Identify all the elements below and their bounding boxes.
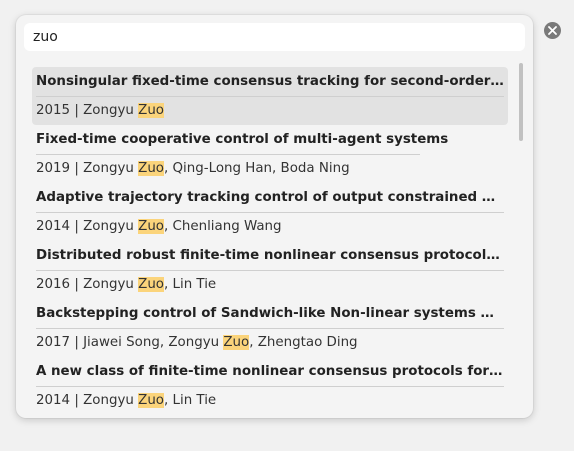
- result-authors-after: , Qing-Long Han, Boda Ning: [164, 161, 350, 176]
- search-popup: Nonsingular fixed-time consensus trackin…: [16, 15, 533, 418]
- result-authors-after: , Lin Tie: [164, 393, 217, 408]
- result-authors-after: , Zhengtao Ding: [249, 335, 358, 350]
- result-item[interactable]: Nonsingular fixed-time consensus trackin…: [32, 67, 508, 125]
- search-match-highlight: Zuo: [138, 219, 164, 234]
- search-match-highlight: Zuo: [138, 161, 164, 176]
- result-authors-before: Zongyu: [83, 161, 139, 176]
- result-item[interactable]: Distributed robust finite-time nonlinear…: [32, 241, 508, 299]
- result-title: Nonsingular fixed-time consensus trackin…: [36, 74, 504, 89]
- result-meta: 2014 | Zongyu Zuo, Lin Tie: [36, 387, 216, 415]
- search-match-highlight: Zuo: [223, 335, 250, 350]
- search-input[interactable]: [24, 23, 525, 51]
- search-match-highlight: Zuo: [138, 103, 164, 118]
- result-title: A new class of finite-time nonlinear con…: [36, 364, 504, 379]
- meta-separator: |: [70, 103, 84, 118]
- meta-separator: |: [70, 393, 84, 408]
- result-year: 2014: [36, 219, 71, 234]
- results-scrollbar[interactable]: [519, 63, 523, 141]
- result-year: 2015: [36, 103, 71, 118]
- result-item[interactable]: Adaptive trajectory tracking control of …: [32, 183, 508, 241]
- clear-search-button[interactable]: [544, 22, 561, 39]
- result-authors-after: , Lin Tie: [164, 277, 217, 292]
- result-title: Backstepping control of Sandwich-like No…: [36, 306, 504, 321]
- result-year: 2017: [36, 335, 71, 350]
- result-item[interactable]: Fixed-time cooperative control of multi-…: [32, 125, 508, 183]
- meta-separator: |: [70, 335, 84, 350]
- result-title: Distributed robust finite-time nonlinear…: [36, 248, 504, 263]
- result-authors-before: Jiawei Song, Zongyu: [83, 335, 224, 350]
- result-authors-before: Zongyu: [83, 219, 139, 234]
- search-match-highlight: Zuo: [138, 277, 164, 292]
- result-meta: 2017 | Jiawei Song, Zongyu Zuo, Zhengtao…: [36, 329, 358, 357]
- meta-separator: |: [70, 219, 84, 234]
- result-meta: 2019 | Zongyu Zuo, Qing-Long Han, Boda N…: [36, 155, 350, 183]
- result-title: Fixed-time cooperative control of multi-…: [36, 132, 449, 147]
- result-item[interactable]: Backstepping control of Sandwich-like No…: [32, 299, 508, 357]
- result-title: Adaptive trajectory tracking control of …: [36, 190, 504, 205]
- result-item[interactable]: A new class of finite-time nonlinear con…: [32, 357, 508, 415]
- result-year: 2016: [36, 277, 71, 292]
- result-authors-before: Zongyu: [83, 277, 139, 292]
- result-meta: 2016 | Zongyu Zuo, Lin Tie: [36, 271, 216, 299]
- result-meta: 2015 | Zongyu Zuo: [36, 97, 164, 125]
- results-list: Nonsingular fixed-time consensus trackin…: [32, 67, 508, 413]
- result-year: 2019: [36, 161, 71, 176]
- meta-separator: |: [70, 161, 84, 176]
- result-authors-before: Zongyu: [83, 103, 139, 118]
- result-year: 2014: [36, 393, 71, 408]
- result-authors-before: Zongyu: [83, 393, 139, 408]
- close-circle-icon: [548, 26, 557, 35]
- search-match-highlight: Zuo: [138, 393, 164, 408]
- result-meta: 2014 | Zongyu Zuo, Chenliang Wang: [36, 213, 282, 241]
- result-authors-after: , Chenliang Wang: [164, 219, 282, 234]
- meta-separator: |: [70, 277, 84, 292]
